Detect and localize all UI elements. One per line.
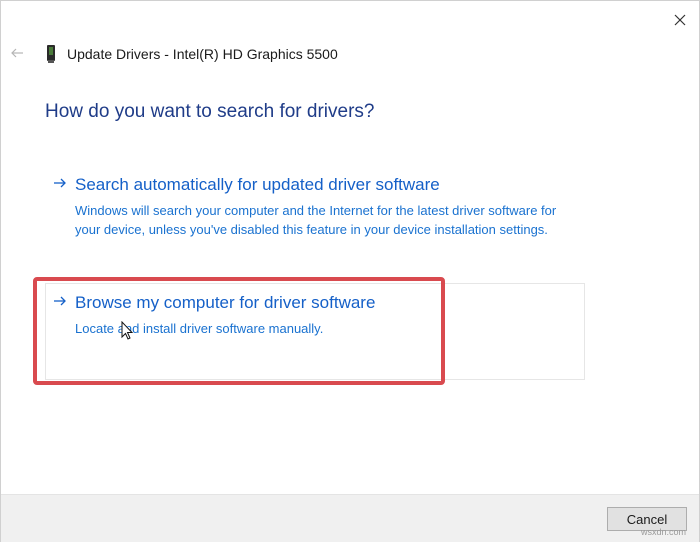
close-icon[interactable] [667, 7, 693, 33]
option-description: Windows will search your computer and th… [75, 203, 557, 237]
page-heading: How do you want to search for drivers? [45, 101, 375, 122]
dialog-footer: Cancel [1, 494, 699, 542]
right-arrow-icon [54, 178, 66, 188]
option-title[interactable]: Search automatically for updated driver … [75, 175, 440, 195]
update-drivers-dialog: Update Drivers - Intel(R) HD Graphics 55… [0, 0, 700, 542]
mouse-pointer-icon [121, 321, 134, 340]
close-button[interactable] [667, 7, 693, 33]
window-title: Update Drivers - Intel(R) HD Graphics 55… [67, 46, 338, 62]
back-button[interactable] [9, 45, 27, 61]
search-automatically-option[interactable]: Search automatically for updated driver … [45, 165, 593, 243]
watermark: wsxdn.com [641, 527, 687, 537]
back-arrow-icon[interactable] [9, 45, 27, 61]
red-highlight-box [33, 277, 445, 385]
graphics-device-icon [45, 45, 57, 63]
